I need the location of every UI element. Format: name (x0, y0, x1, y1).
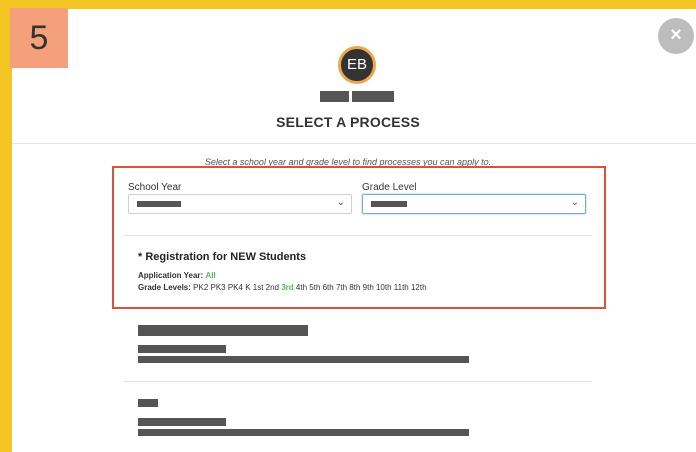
redacted-first-name (320, 91, 349, 102)
grade-levels-after: 4th 5th 6th 7th 8th 9th 10th 11th 12th (295, 283, 427, 292)
grade-levels-before: PK2 PK3 PK4 K 1st 2nd (193, 283, 279, 292)
frame-top-border (0, 0, 696, 9)
application-year-label: Application Year: (138, 271, 204, 280)
chevron-down-icon: ⌄ (336, 197, 345, 208)
school-year-select[interactable]: ⌄ (128, 194, 352, 214)
redacted-process-title[interactable] (138, 325, 308, 336)
school-year-value-redacted (137, 201, 181, 207)
header-divider (12, 143, 696, 144)
school-year-label: School Year (128, 182, 182, 193)
grade-levels: Grade Levels: PK2 PK3 PK4 K 1st 2nd 3rd … (138, 283, 427, 292)
application-year: Application Year: All (138, 271, 216, 280)
panel-divider (124, 235, 592, 236)
grade-level-value-redacted (371, 201, 407, 207)
close-icon: × (670, 24, 682, 46)
redacted-process-line (138, 418, 226, 426)
process-title[interactable]: * Registration for NEW Students (138, 251, 306, 263)
step-number-badge: 5 (10, 8, 68, 68)
close-button[interactable]: × (658, 18, 694, 54)
redacted-last-name (352, 91, 394, 102)
grade-levels-label: Grade Levels: (138, 283, 191, 292)
redacted-process-line (138, 429, 469, 436)
page-title: SELECT A PROCESS (276, 114, 420, 130)
grade-level-label: Grade Level (362, 182, 417, 193)
grade-level-highlight: 3rd (281, 283, 294, 292)
grade-level-select[interactable]: ⌄ (362, 194, 586, 214)
application-year-value: All (205, 271, 216, 280)
avatar: EB (338, 46, 376, 84)
redacted-process-title[interactable] (138, 399, 158, 407)
list-divider (124, 381, 592, 382)
redacted-process-line (138, 356, 469, 363)
redacted-process-line (138, 345, 226, 353)
chevron-down-icon: ⌄ (570, 197, 579, 208)
